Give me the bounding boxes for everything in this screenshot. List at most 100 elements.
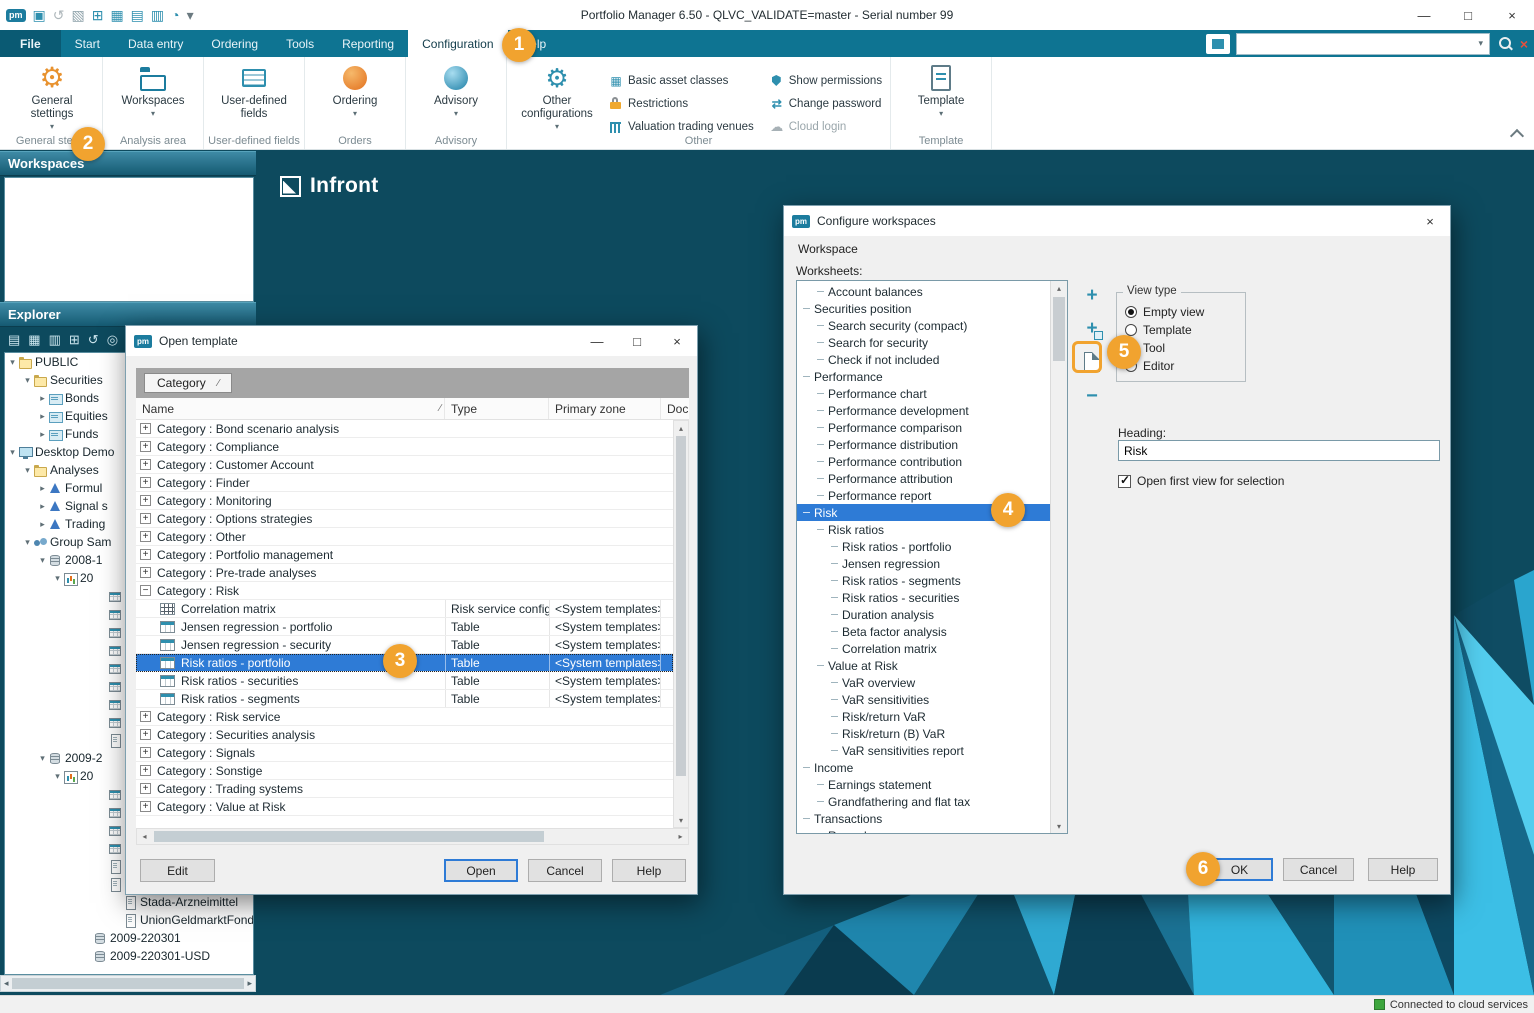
category-row-category-trading-systems[interactable]: +Category : Trading systems: [136, 780, 673, 798]
worksheet-node-check-if-not-included[interactable]: Check if not included: [797, 351, 1050, 368]
expander-icon[interactable]: ▾: [22, 465, 33, 476]
undo-icon[interactable]: ↺: [53, 8, 65, 22]
dialog-titlebar[interactable]: pm Open template — □ ×: [126, 326, 697, 356]
expander-icon[interactable]: ▾: [22, 375, 33, 386]
radio-editor[interactable]: Editor: [1125, 357, 1237, 375]
ribbon-button-template[interactable]: Template▾: [899, 61, 983, 133]
expand-icon[interactable]: +: [140, 513, 151, 524]
expander-icon[interactable]: ▾: [22, 537, 33, 548]
explorer-tree-view-icon[interactable]: ▤: [8, 333, 20, 346]
column-header-document[interactable]: Docum: [661, 398, 689, 419]
close-icon[interactable]: ×: [657, 326, 697, 356]
search-input[interactable]: [1237, 36, 1473, 52]
explorer-new-folder-icon[interactable]: ⊞: [69, 333, 80, 346]
add-child-worksheet-icon[interactable]: +: [1086, 319, 1097, 338]
ribbon-item-basic-asset-classes[interactable]: Basic asset classes: [609, 69, 754, 92]
image-icon[interactable]: ▧: [71, 8, 84, 22]
worksheet-node-performance-distribution[interactable]: Performance distribution: [797, 436, 1050, 453]
ribbon-button-advisory[interactable]: Advisory▾: [414, 61, 498, 133]
expander-icon[interactable]: ▸: [37, 411, 48, 422]
scroll-right-icon[interactable]: ▸: [673, 830, 688, 844]
ribbon-tab-file[interactable]: File: [0, 30, 61, 57]
expander-icon[interactable]: ▾: [7, 447, 18, 458]
ribbon-item-show-permissions[interactable]: Show permissions: [770, 69, 882, 92]
worksheet-node-performance-chart[interactable]: Performance chart: [797, 385, 1050, 402]
scroll-right-icon[interactable]: ▸: [247, 978, 252, 989]
ribbon-button-other-configurations[interactable]: Other configurations▾: [515, 61, 599, 133]
globe-icon[interactable]: ◔: [171, 8, 179, 22]
scroll-up-icon[interactable]: ▴: [674, 421, 688, 435]
explorer-columns-icon[interactable]: ▥: [49, 333, 61, 346]
expander-icon[interactable]: ▾: [52, 771, 63, 782]
expander-icon[interactable]: ▾: [37, 753, 48, 764]
heading-input[interactable]: [1118, 440, 1440, 461]
pm-logo[interactable]: pm: [6, 9, 26, 22]
worksheet-node-value-at-risk[interactable]: Value at Risk: [797, 657, 1050, 674]
worksheet-node-risk-ratios-securities[interactable]: Risk ratios - securities: [797, 589, 1050, 606]
explorer-node-2009-220301-usd[interactable]: 2009-220301-USD: [5, 947, 253, 965]
expander-icon[interactable]: ▾: [7, 357, 18, 368]
worksheet-node-earnings-statement[interactable]: Earnings statement: [797, 776, 1050, 793]
category-row-category-monitoring[interactable]: +Category : Monitoring: [136, 492, 673, 510]
add-worksheet-icon[interactable]: +: [1086, 286, 1097, 305]
ribbon-tab-ordering[interactable]: Ordering: [197, 30, 272, 57]
expander-icon[interactable]: ▸: [37, 393, 48, 404]
worksheet-node-performance[interactable]: Performance: [797, 368, 1050, 385]
clear-search-icon[interactable]: ×: [1520, 36, 1528, 52]
ribbon-item-restrictions[interactable]: Restrictions: [609, 92, 754, 115]
category-row-category-risk-service[interactable]: +Category : Risk service: [136, 708, 673, 726]
category-row-category-finder[interactable]: +Category : Finder: [136, 474, 673, 492]
qat-dropdown-icon[interactable]: ▾: [187, 8, 194, 22]
expand-icon[interactable]: +: [140, 531, 151, 542]
expand-icon[interactable]: +: [140, 423, 151, 434]
expand-icon[interactable]: +: [140, 765, 151, 776]
expander-icon[interactable]: ▸: [37, 501, 48, 512]
ribbon-button-general-stettings[interactable]: General stettings▾: [10, 61, 94, 133]
ribbon-tab-start[interactable]: Start: [61, 30, 114, 57]
radio-template[interactable]: Template: [1125, 321, 1237, 339]
worksheet-node-jensen-regression[interactable]: Jensen regression: [797, 555, 1050, 572]
minimize-icon[interactable]: —: [1402, 0, 1446, 30]
close-icon[interactable]: ×: [1410, 206, 1450, 236]
ribbon-tab-data-entry[interactable]: Data entry: [114, 30, 197, 57]
expand-icon[interactable]: +: [140, 495, 151, 506]
worksheet-node-risk-return-b-var[interactable]: Risk/return (B) VaR: [797, 725, 1050, 742]
expand-icon[interactable]: +: [140, 477, 151, 488]
group-chip-category[interactable]: Category ∕: [144, 373, 232, 393]
ribbon-button-workspaces[interactable]: Workspaces▾: [111, 61, 195, 133]
worksheet-node-risk-ratios-segments[interactable]: Risk ratios - segments: [797, 572, 1050, 589]
scroll-left-icon[interactable]: ◂: [137, 830, 152, 844]
category-row-category-signals[interactable]: +Category : Signals: [136, 744, 673, 762]
category-row-category-portfolio-management[interactable]: +Category : Portfolio management: [136, 546, 673, 564]
explorer-list-view-icon[interactable]: ▦: [28, 333, 40, 346]
expand-icon[interactable]: +: [140, 783, 151, 794]
expander-icon[interactable]: ▸: [37, 519, 48, 530]
worksheets-vscrollbar[interactable]: ▴ ▾: [1050, 281, 1067, 833]
panel-icon[interactable]: [1206, 34, 1230, 54]
ribbon-item-change-password[interactable]: Change password: [770, 92, 882, 115]
worksheet-node-transactions[interactable]: Transactions: [797, 810, 1050, 827]
open-first-view-checkbox-row[interactable]: Open first view for selection: [1118, 474, 1284, 488]
dialog-titlebar[interactable]: pm Configure workspaces ×: [784, 206, 1450, 236]
explorer-search-icon[interactable]: ◎: [107, 333, 118, 346]
worksheet-node-var-overview[interactable]: VaR overview: [797, 674, 1050, 691]
workspaces-list[interactable]: [4, 177, 254, 302]
category-row-category-customer-account[interactable]: +Category : Customer Account: [136, 456, 673, 474]
category-row-category-compliance[interactable]: +Category : Compliance: [136, 438, 673, 456]
worksheet-node-search-security-compact[interactable]: Search security (compact): [797, 317, 1050, 334]
ribbon-tab-reporting[interactable]: Reporting: [328, 30, 408, 57]
ribbon-collapse-icon[interactable]: [1510, 129, 1524, 143]
save-icon[interactable]: ▣: [33, 8, 46, 22]
template-list-hscrollbar[interactable]: ◂ ▸: [136, 828, 689, 845]
expander-icon[interactable]: ▸: [37, 429, 48, 440]
search-icon[interactable]: [1496, 35, 1514, 53]
expander-icon[interactable]: ▾: [37, 555, 48, 566]
ribbon-button-user-defined-fields[interactable]: User-defined fields: [212, 61, 296, 133]
explorer-node-stada-arzneimittel[interactable]: Stada-Arzneimittel: [5, 893, 253, 911]
expander-icon[interactable]: ▸: [37, 483, 48, 494]
scroll-thumb[interactable]: [1053, 297, 1065, 361]
worksheet-node-performance-attribution[interactable]: Performance attribution: [797, 470, 1050, 487]
calendar-icon[interactable]: ⊞: [92, 8, 104, 22]
column-header-type[interactable]: Type: [445, 398, 549, 419]
scroll-thumb[interactable]: [676, 436, 686, 776]
